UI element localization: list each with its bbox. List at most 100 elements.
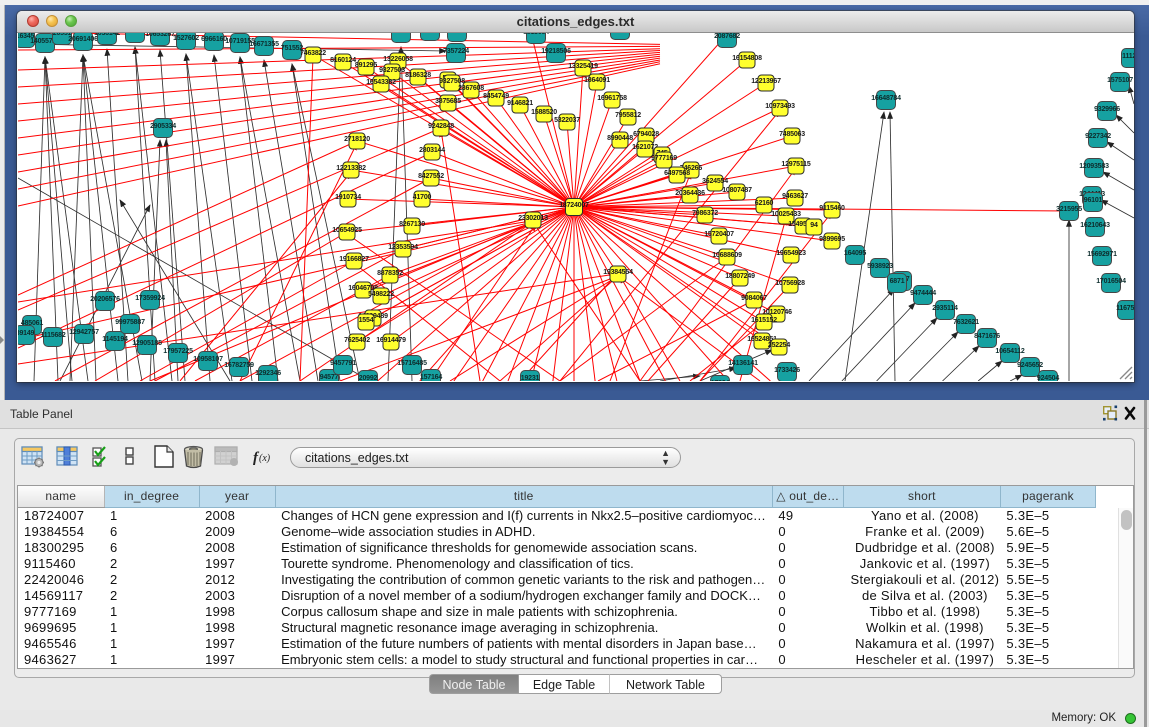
svg-text:16039: 16039 [392,33,411,35]
svg-text:12353594: 12353594 [388,244,418,251]
svg-text:3624554: 3624554 [702,178,728,185]
svg-text:14136141: 14136141 [728,360,758,367]
svg-text:12093583: 12093583 [1079,163,1109,170]
svg-text:2367608: 2367608 [458,85,484,92]
svg-text:16154808: 16154808 [732,55,762,62]
svg-text:7986372: 7986372 [692,210,718,217]
svg-text:7625402: 7625402 [344,337,370,344]
svg-text:16961758: 16961758 [597,95,627,102]
svg-text:16648784: 16648784 [871,95,901,102]
svg-text:5498222: 5498222 [368,291,394,298]
svg-text:9327503: 9327503 [379,67,405,74]
svg-text:20992: 20992 [359,375,378,381]
svg-text:17359924: 17359924 [135,295,165,302]
svg-text:15692971: 15692971 [1087,251,1117,258]
svg-text:6497568: 6497568 [664,170,690,177]
svg-text:17016504: 17016504 [1096,278,1126,285]
svg-text:9084067: 9084067 [741,295,767,302]
svg-text:15720407: 15720407 [704,231,734,238]
svg-text:1588520: 1588520 [531,109,557,116]
svg-text:8813054: 8813054 [523,33,549,36]
svg-text:8878352: 8878352 [377,270,403,277]
svg-text:11125: 11125 [1122,53,1134,60]
svg-text:1575107: 1575107 [1107,77,1133,84]
svg-text:1554: 1554 [359,317,374,324]
svg-text:9327508: 9327508 [439,78,465,85]
svg-text:19654923: 19654923 [776,250,806,257]
svg-text:12213382: 12213382 [336,165,366,172]
svg-text:20364436: 20364436 [675,190,705,197]
svg-text:5322037: 5322037 [554,117,580,124]
svg-text:8471676: 8471676 [974,333,1000,340]
svg-text:41700: 41700 [413,194,432,201]
svg-text:9474444: 9474444 [910,290,936,297]
svg-text:6966160: 6966160 [201,36,227,43]
svg-text:7955812: 7955812 [615,112,641,119]
svg-text:116753: 116753 [1116,305,1134,312]
svg-text:9242848: 9242848 [428,123,454,130]
svg-text:96101: 96101 [1084,197,1103,204]
svg-text:16543382: 16543382 [366,79,396,86]
svg-text:94: 94 [810,222,818,229]
svg-text:9899695: 9899695 [819,236,845,243]
svg-text:9329966: 9329966 [1094,106,1120,113]
svg-text:18807249: 18807249 [725,273,755,280]
svg-text:9146821: 9146821 [507,100,533,107]
svg-text:62160: 62160 [755,200,774,207]
svg-text:10025433: 10025433 [771,211,801,218]
svg-text:9245652: 9245652 [1017,362,1043,369]
svg-text:9457791: 9457791 [330,360,356,367]
svg-text:10973493: 10973493 [765,103,795,110]
svg-text:16671355: 16671355 [249,41,279,48]
svg-text:10756928: 10756928 [775,280,805,287]
svg-text:19166827: 19166827 [339,256,369,263]
svg-text:1292346: 1292346 [255,370,281,377]
svg-text:2935114: 2935114 [932,305,958,312]
svg-text:8990448: 8990448 [607,135,633,142]
svg-text:9227342: 9227342 [1085,133,1111,140]
svg-text:7463822: 7463822 [300,50,326,57]
svg-text:6794028: 6794028 [633,131,659,138]
svg-text:16210643: 16210643 [1080,222,1110,229]
svg-text:19218506: 19218506 [541,48,571,55]
svg-text:3215955: 3215955 [1056,206,1082,213]
svg-text:8454749: 8454749 [483,93,509,100]
svg-text:2803144: 2803144 [419,147,445,154]
svg-text:13226058: 13226058 [383,56,413,63]
svg-text:99975887: 99975887 [115,319,145,326]
svg-text:18724007: 18724007 [559,202,589,209]
svg-text:5938923: 5938923 [867,263,893,270]
svg-text:10807487: 10807487 [722,187,752,194]
svg-text:9115460: 9115460 [819,205,845,212]
svg-text:16914479: 16914479 [376,337,406,344]
svg-text:2087682: 2087682 [714,33,740,40]
svg-text:1864091: 1864091 [584,77,610,84]
svg-text:3875685: 3875685 [435,98,461,105]
svg-text:9777169: 9777169 [651,155,677,162]
svg-text:17957225: 17957225 [163,348,193,355]
svg-text:1115682: 1115682 [40,332,65,339]
svg-text:2905334: 2905334 [150,123,176,130]
svg-text:1733426: 1733426 [774,367,800,374]
svg-text:1527602: 1527602 [173,35,199,42]
svg-text:1615152: 1615152 [751,317,777,324]
svg-text:12213967: 12213967 [751,78,781,85]
svg-text:1145194: 1145194 [102,336,128,343]
svg-text:(x): (x) [259,453,271,464]
svg-text:1910734: 1910734 [335,194,361,201]
svg-text:10653267: 10653267 [145,33,175,38]
svg-text:8160124: 8160124 [330,57,356,64]
svg-text:8427552: 8427552 [418,173,444,180]
svg-text:891295: 891295 [355,62,377,69]
svg-text:16782759: 16782759 [224,362,254,369]
svg-text:7485063: 7485063 [779,131,805,138]
svg-text:10654112: 10654112 [995,348,1024,355]
svg-text:6871: 6871 [890,278,905,285]
svg-text:12975115: 12975115 [781,161,810,168]
svg-text:13325419: 13325419 [568,63,598,70]
svg-text:15716485: 15716485 [397,360,427,367]
svg-text:12905185: 12905185 [132,340,162,347]
svg-text:9607: 9607 [450,33,465,34]
svg-text:94577: 94577 [320,374,339,381]
svg-text:20206576: 20206576 [90,296,120,303]
